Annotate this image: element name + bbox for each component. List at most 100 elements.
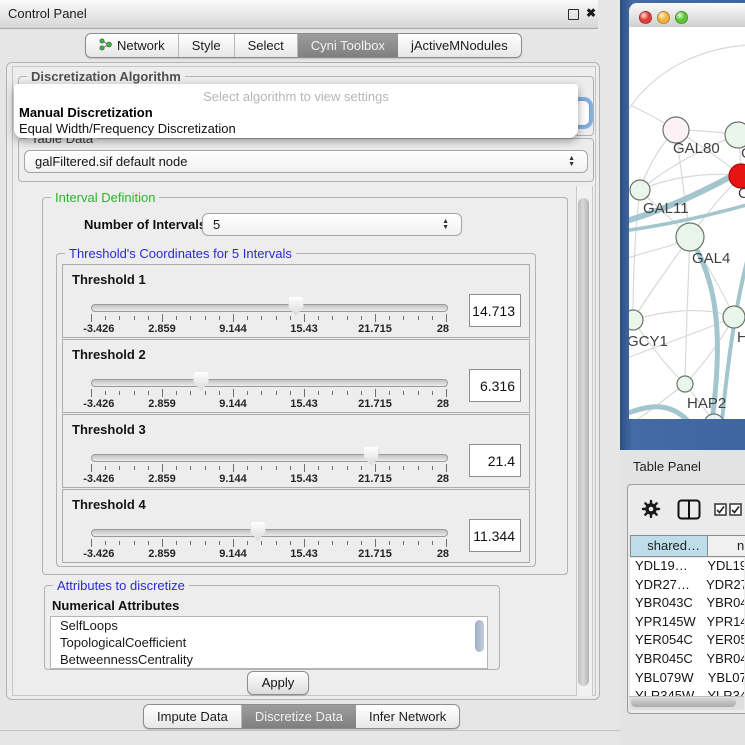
table-row[interactable]: YPR145WYPR14 [630,614,744,633]
slider-scale-label: 21.715 [358,323,392,335]
tab-infer-network[interactable]: Infer Network [356,705,459,728]
cell-name[interactable]: YBR04 [702,595,744,614]
network-edge[interactable] [633,311,734,320]
cell-name[interactable]: YBL07 [704,670,744,689]
checkbox-icon[interactable] [729,503,742,521]
attribute-list-item[interactable]: SelfLoops [51,617,487,634]
slider-scale-label: 15.43 [290,473,318,485]
tab-style[interactable]: Style [179,34,235,57]
threshold-1-value-field[interactable]: 14.713 [469,294,521,327]
threshold-3-value-field[interactable]: 21.4 [469,444,521,477]
cell-shared-name[interactable]: YBR045C [630,651,702,670]
cell-shared-name[interactable]: YDL19… [630,558,703,577]
cell-name[interactable]: YDL19 [703,558,744,577]
cell-name[interactable]: YPR14 [702,614,744,633]
network-node-gal4[interactable] [676,223,704,251]
network-node-label: C [738,185,745,202]
threshold-4-slider[interactable]: -3.4262.8599.14415.4321.71528 [91,490,446,562]
table-row[interactable]: YBR043CYBR04 [630,595,744,614]
network-edge[interactable] [629,45,745,120]
network-edge[interactable] [633,237,690,320]
table-row[interactable]: YBL079WYBL07 [630,670,744,689]
tab-impute-data[interactable]: Impute Data [144,705,242,728]
cell-shared-name[interactable]: YDR27… [630,577,702,596]
network-node-label: GAL80 [673,140,720,157]
combo-spinner-icon: ▲▼ [568,156,577,167]
cell-name[interactable]: YER05 [702,632,744,651]
slider-track[interactable] [91,529,448,537]
tab-jactivemnodules[interactable]: jActiveMNodules [398,34,521,57]
threshold-2-value-field[interactable]: 6.316 [469,369,521,402]
dropdown-option-manual-discretization[interactable]: Manual Discretization [19,105,153,120]
table-row[interactable]: YBR045CYBR04 [630,651,744,670]
tab-label: Style [192,38,221,53]
number-of-intervals-combobox[interactable]: 5 ▲▼ [202,213,462,236]
network-window-titlebar[interactable] [629,3,745,28]
tab-label: Infer Network [369,709,446,724]
slider-scale-label: -3.426 [83,548,114,560]
slider-scale-label: 28 [437,398,449,410]
table-hscrollbar-thumb[interactable] [631,698,736,707]
slider-scale-label: 21.715 [358,473,392,485]
slider-scale-label: -3.426 [83,398,114,410]
table-row[interactable]: YDL19…YDL19 [630,558,744,577]
network-node-h[interactable] [723,306,745,328]
slider-track[interactable] [91,454,448,462]
slider-scale-label: 15.43 [290,323,318,335]
tab-network[interactable]: Network [86,34,179,57]
cell-shared-name[interactable]: YER054C [630,632,702,651]
network-edge[interactable] [633,320,685,384]
slider-track[interactable] [91,379,448,387]
threshold-3-slider[interactable]: -3.4262.8599.14415.4321.71528 [91,415,446,487]
zoom-traffic-light[interactable] [675,11,688,24]
column-header-shared-name[interactable]: shared… [630,535,708,557]
cell-name[interactable]: YDR27 [702,577,744,596]
panel-scrollbar-thumb[interactable] [578,198,589,686]
tab-label: Discretize Data [255,709,343,724]
network-canvas[interactable]: GAL80GCGAL11GAL4GCY1HHAP2 [629,27,745,419]
algorithm-dropdown-popup: Select algorithm to view settings Manual… [14,84,578,138]
table-data-combobox[interactable]: galFiltered.sif default node ▲▼ [24,150,588,173]
gear-icon[interactable] [641,499,661,524]
numerical-attributes-list[interactable]: SelfLoopsTopologicalCoefficientBetweenne… [50,616,488,669]
cell-shared-name[interactable]: YBL079W [630,670,704,689]
tab-discretize-data[interactable]: Discretize Data [242,705,356,728]
close-traffic-light[interactable] [639,11,652,24]
minimize-traffic-light[interactable] [657,11,670,24]
slider-track[interactable] [91,304,448,312]
slider-scale-label: -3.426 [83,323,114,335]
algorithm-placeholder: Select algorithm to view settings [14,89,578,104]
threshold-4-value-field[interactable]: 11.344 [469,519,521,552]
threshold-1-slider[interactable]: -3.4262.8599.14415.4321.71528 [91,265,446,337]
network-node-hap2[interactable] [677,376,693,392]
threshold-2-slider[interactable]: -3.4262.8599.14415.4321.71528 [91,340,446,412]
split-columns-icon[interactable] [677,499,701,525]
network-edge-highlighted[interactable] [629,407,688,419]
network-node-label: HAP2 [687,395,726,412]
list-scrollbar[interactable] [475,620,484,652]
tab-select[interactable]: Select [235,34,298,57]
network-node-gal11[interactable] [630,180,650,200]
table-row[interactable]: YDR27…YDR27 [630,577,744,596]
checkbox-icon[interactable] [714,503,727,521]
threshold-1-panel: Threshold 1 -3.4262.8599.14415.4321.7152… [62,264,530,338]
network-node-gcy1[interactable] [629,310,643,330]
attribute-list-item[interactable]: BetweennessCentrality [51,651,487,668]
float-window-icon[interactable] [568,9,579,20]
slider-scale-labels: -3.4262.8599.14415.4321.71528 [91,323,446,335]
cell-shared-name[interactable]: YPR145W [630,614,702,633]
cell-name[interactable]: YBR04 [702,651,744,670]
node-table[interactable]: YDL19…YDL19YDR27…YDR27YBR043CYBR04YPR145… [630,558,744,710]
apply-button[interactable]: Apply [247,671,309,695]
dropdown-option-equal-width-frequency[interactable]: Equal Width/Frequency Discretization [19,121,236,136]
threshold-2-panel: Threshold 2 -3.4262.8599.14415.4321.7152… [62,339,530,413]
thresholds-group-title: Threshold's Coordinates for 5 Intervals [65,246,296,261]
table-row[interactable]: YER054CYER05 [630,632,744,651]
close-icon[interactable]: ✖ [586,6,596,20]
cell-shared-name[interactable]: YBR043C [630,595,702,614]
attribute-list-item[interactable]: TopologicalCoefficient [51,634,487,651]
bottom-tab-bar: Impute Data Discretize Data Infer Networ… [143,704,460,729]
network-node-label: G [741,145,745,162]
tab-cyni-toolbox[interactable]: Cyni Toolbox [298,34,398,57]
column-header-name[interactable]: n [708,535,745,557]
